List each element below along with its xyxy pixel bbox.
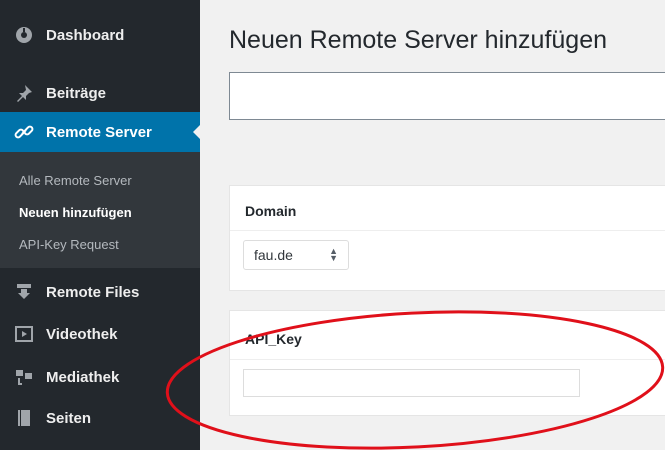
link-icon — [14, 122, 34, 142]
sidebar-item-label: Mediathek — [46, 368, 120, 386]
box-divider — [230, 230, 665, 231]
main-content: Neuen Remote Server hinzufügen Domain fa… — [200, 0, 665, 450]
page-title: Neuen Remote Server hinzufügen — [229, 26, 608, 54]
sidebar-item-label: Seiten — [46, 409, 92, 427]
submenu-item-neuen-hinzufuegen[interactable]: Neuen hinzufügen — [19, 205, 132, 220]
api-key-input[interactable] — [243, 369, 580, 397]
api-key-label: API_Key — [245, 331, 302, 347]
sidebar-item-remote-files[interactable]: Remote Files — [0, 272, 200, 312]
sidebar-item-label: Dashboard — [46, 26, 125, 44]
pin-icon — [14, 83, 34, 103]
remote-server-submenu: Alle Remote Server Neuen hinzufügen API-… — [0, 152, 200, 268]
admin-sidebar: Dashboard Beiträge Remote Server Alle Re… — [0, 0, 201, 450]
api-key-box: API_Key — [229, 310, 665, 416]
sidebar-item-label: Remote Files — [46, 283, 140, 301]
domain-label: Domain — [245, 203, 297, 219]
sidebar-item-videothek[interactable]: Videothek — [0, 314, 200, 354]
video-icon — [14, 324, 34, 344]
box-divider — [230, 359, 665, 360]
sidebar-item-label: Beiträge — [46, 84, 107, 102]
sidebar-item-mediathek[interactable]: Mediathek — [0, 357, 200, 397]
media-icon — [14, 367, 34, 387]
sidebar-item-beitraege[interactable]: Beiträge — [0, 73, 200, 113]
sidebar-item-remote-server[interactable]: Remote Server — [0, 112, 201, 152]
sidebar-item-seiten[interactable]: Seiten — [0, 398, 200, 438]
sidebar-item-label: Remote Server — [46, 123, 152, 141]
sidebar-item-label: Videothek — [46, 325, 118, 343]
domain-select[interactable]: fau.de ▲ ▼ — [243, 240, 349, 270]
select-arrows-icon: ▲ ▼ — [329, 246, 338, 263]
submenu-item-alle[interactable]: Alle Remote Server — [19, 173, 132, 188]
title-input[interactable] — [229, 72, 665, 120]
sidebar-item-dashboard[interactable]: Dashboard — [0, 15, 200, 55]
page-icon — [14, 408, 34, 428]
dashboard-icon — [14, 25, 34, 45]
domain-select-value: fau.de — [254, 247, 293, 263]
download-icon — [14, 282, 34, 302]
submenu-item-api-key-request[interactable]: API-Key Request — [19, 237, 119, 252]
domain-box: Domain fau.de ▲ ▼ — [229, 185, 665, 291]
